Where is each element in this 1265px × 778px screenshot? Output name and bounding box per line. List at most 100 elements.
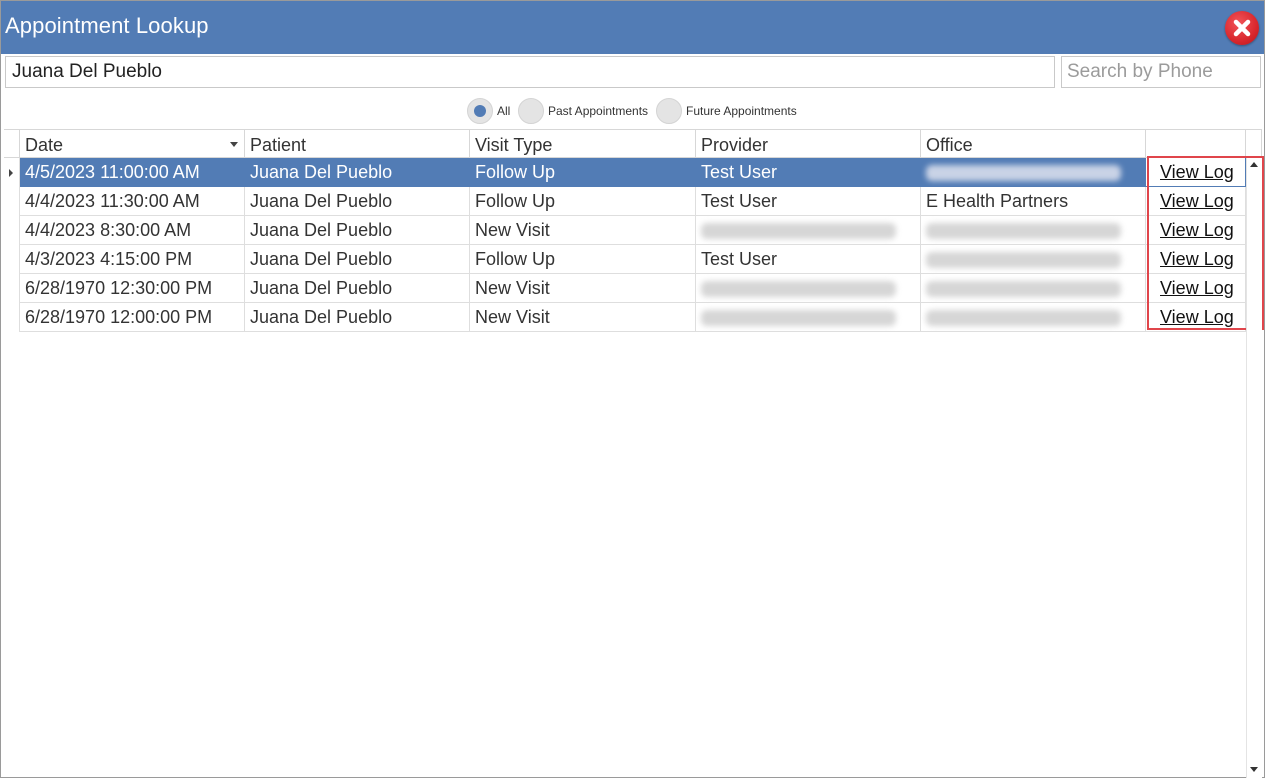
cell-office[interactable] [921, 216, 1146, 245]
cell-visit-type-text: New Visit [475, 220, 550, 240]
table-row[interactable]: 4/3/2023 4:15:00 PM Juana Del Pueblo Follo… [4, 245, 1246, 274]
table-row[interactable]: 4/5/2023 11:00:00 AM Juana Del Pueblo Foll… [4, 158, 1246, 187]
view-log-link[interactable]: View Log [1160, 162, 1234, 183]
column-header-visit-type[interactable]: Visit Type [470, 129, 696, 158]
cell-patient-text: Juana Del Pueblo [250, 162, 393, 182]
column-header-patient[interactable]: Patient [245, 129, 470, 158]
cell-office[interactable] [921, 245, 1146, 274]
column-header-action [1146, 129, 1246, 158]
radio-all[interactable]: All [467, 97, 510, 125]
cell-patient-text: Juana Del Pueblo [250, 307, 393, 327]
cell-office[interactable] [921, 158, 1146, 187]
cell-provider-text: Test User [701, 191, 778, 211]
cell-action: View Log [1146, 216, 1246, 245]
column-header-date[interactable]: Date [20, 129, 245, 158]
cell-date-text: 4/4/2023 11:30:00 AM [25, 191, 200, 211]
column-header-provider[interactable]: Provider [696, 129, 921, 158]
radio-label: Past Appointments [548, 104, 649, 118]
view-log-link[interactable]: View Log [1160, 220, 1234, 241]
cell-patient[interactable]: Juana Del Pueblo [245, 245, 470, 274]
redacted-text [926, 252, 1121, 268]
cell-visit-type[interactable]: Follow Up [470, 245, 696, 274]
cell-office[interactable]: E Health Partners [921, 187, 1146, 216]
column-header-label: Patient [250, 135, 307, 155]
table-row[interactable]: 6/28/1970 12:00:00 PM Juana Del Pueblo New… [4, 303, 1246, 332]
cell-patient-text: Juana Del Pueblo [250, 220, 393, 240]
cell-date[interactable]: 6/28/1970 12:30:00 PM [20, 274, 245, 303]
cell-patient[interactable]: Juana Del Pueblo [245, 216, 470, 245]
cell-office[interactable] [921, 303, 1146, 332]
view-log-link[interactable]: View Log [1160, 307, 1234, 328]
cell-office[interactable] [921, 274, 1146, 303]
cell-visit-type-text: Follow Up [475, 249, 556, 269]
phone-search-input[interactable] [1061, 56, 1261, 88]
cell-visit-type[interactable]: New Visit [470, 274, 696, 303]
cell-provider[interactable]: Test User [696, 245, 921, 274]
radio-future-appointments[interactable]: Future Appointments [656, 97, 797, 125]
cell-visit-type[interactable]: New Visit [470, 216, 696, 245]
cell-date[interactable]: 4/4/2023 11:30:00 AM [20, 187, 245, 216]
cell-visit-type[interactable]: Follow Up [470, 187, 696, 216]
view-log-link[interactable]: View Log [1160, 191, 1234, 212]
cell-provider[interactable] [696, 216, 921, 245]
close-button[interactable] [1225, 11, 1259, 45]
table-row[interactable]: 4/4/2023 11:30:00 AM Juana Del Pueblo Foll… [4, 187, 1246, 216]
row-indicator[interactable] [4, 187, 20, 216]
cell-date-text: 6/28/1970 12:00:00 PM [25, 307, 213, 327]
cell-action: View Log [1146, 158, 1246, 187]
row-indicator[interactable] [4, 245, 20, 274]
cell-date[interactable]: 6/28/1970 12:00:00 PM [20, 303, 245, 332]
cell-patient-text: Juana Del Pueblo [250, 191, 393, 211]
cell-provider-text: Test User [701, 249, 778, 269]
cell-date-text: 4/3/2023 4:15:00 PM [25, 249, 193, 269]
column-header-label: Date [25, 135, 64, 155]
view-log-link[interactable]: View Log [1160, 278, 1234, 299]
radio-label: All [497, 104, 511, 118]
cell-patient[interactable]: Juana Del Pueblo [245, 303, 470, 332]
view-log-link[interactable]: View Log [1160, 249, 1234, 270]
cell-date[interactable]: 4/5/2023 11:00:00 AM [20, 158, 245, 187]
redacted-text [701, 281, 896, 297]
row-indicator[interactable] [4, 216, 20, 245]
row-indicator[interactable] [4, 274, 20, 303]
cell-visit-type-text: New Visit [475, 307, 550, 327]
cell-provider[interactable] [696, 274, 921, 303]
window-title: Appointment Lookup [5, 13, 209, 38]
cell-patient[interactable]: Juana Del Pueblo [245, 187, 470, 216]
cell-patient[interactable]: Juana Del Pueblo [245, 158, 470, 187]
cell-provider[interactable] [696, 303, 921, 332]
radio-past-appointments[interactable]: Past Appointments [518, 97, 648, 125]
redacted-text [926, 165, 1121, 181]
patient-name-search-input[interactable] [5, 56, 1055, 88]
cell-patient-text: Juana Del Pueblo [250, 278, 393, 298]
cell-date[interactable]: 4/4/2023 8:30:00 AM [20, 216, 245, 245]
row-indicator[interactable] [4, 303, 20, 332]
scroll-down-arrow-icon[interactable] [1250, 767, 1258, 772]
radio-circle [656, 98, 682, 124]
sort-dropdown-icon[interactable] [230, 142, 238, 147]
radio-label: Future Appointments [686, 104, 797, 118]
cell-action: View Log [1146, 187, 1246, 216]
row-indicator[interactable] [4, 158, 20, 187]
close-icon [1233, 19, 1251, 37]
cell-provider[interactable]: Test User [696, 158, 921, 187]
redacted-text [926, 281, 1121, 297]
appointment-lookup-window: Appointment Lookup All Past Appointments… [0, 0, 1265, 778]
cell-office-text: E Health Partners [926, 191, 1069, 211]
cell-patient-text: Juana Del Pueblo [250, 249, 393, 269]
cell-provider[interactable]: Test User [696, 187, 921, 216]
vertical-scrollbar[interactable] [1246, 158, 1262, 778]
scrollbar-header-corner [1246, 129, 1262, 158]
cell-visit-type[interactable]: Follow Up [470, 158, 696, 187]
radio-selected-dot [474, 105, 486, 117]
scroll-up-arrow-icon[interactable] [1250, 162, 1258, 167]
table-row[interactable]: 4/4/2023 8:30:00 AM Juana Del Pueblo New V… [4, 216, 1246, 245]
table-row[interactable]: 6/28/1970 12:30:00 PM Juana Del Pueblo New… [4, 274, 1246, 303]
cell-patient[interactable]: Juana Del Pueblo [245, 274, 470, 303]
cell-date[interactable]: 4/3/2023 4:15:00 PM [20, 245, 245, 274]
row-indicator-header [4, 129, 20, 158]
appointment-filter-radio-group: All Past Appointments Future Appointment… [1, 97, 1265, 125]
column-header-office[interactable]: Office [921, 129, 1146, 158]
cell-visit-type[interactable]: New Visit [470, 303, 696, 332]
cell-visit-type-text: New Visit [475, 278, 550, 298]
